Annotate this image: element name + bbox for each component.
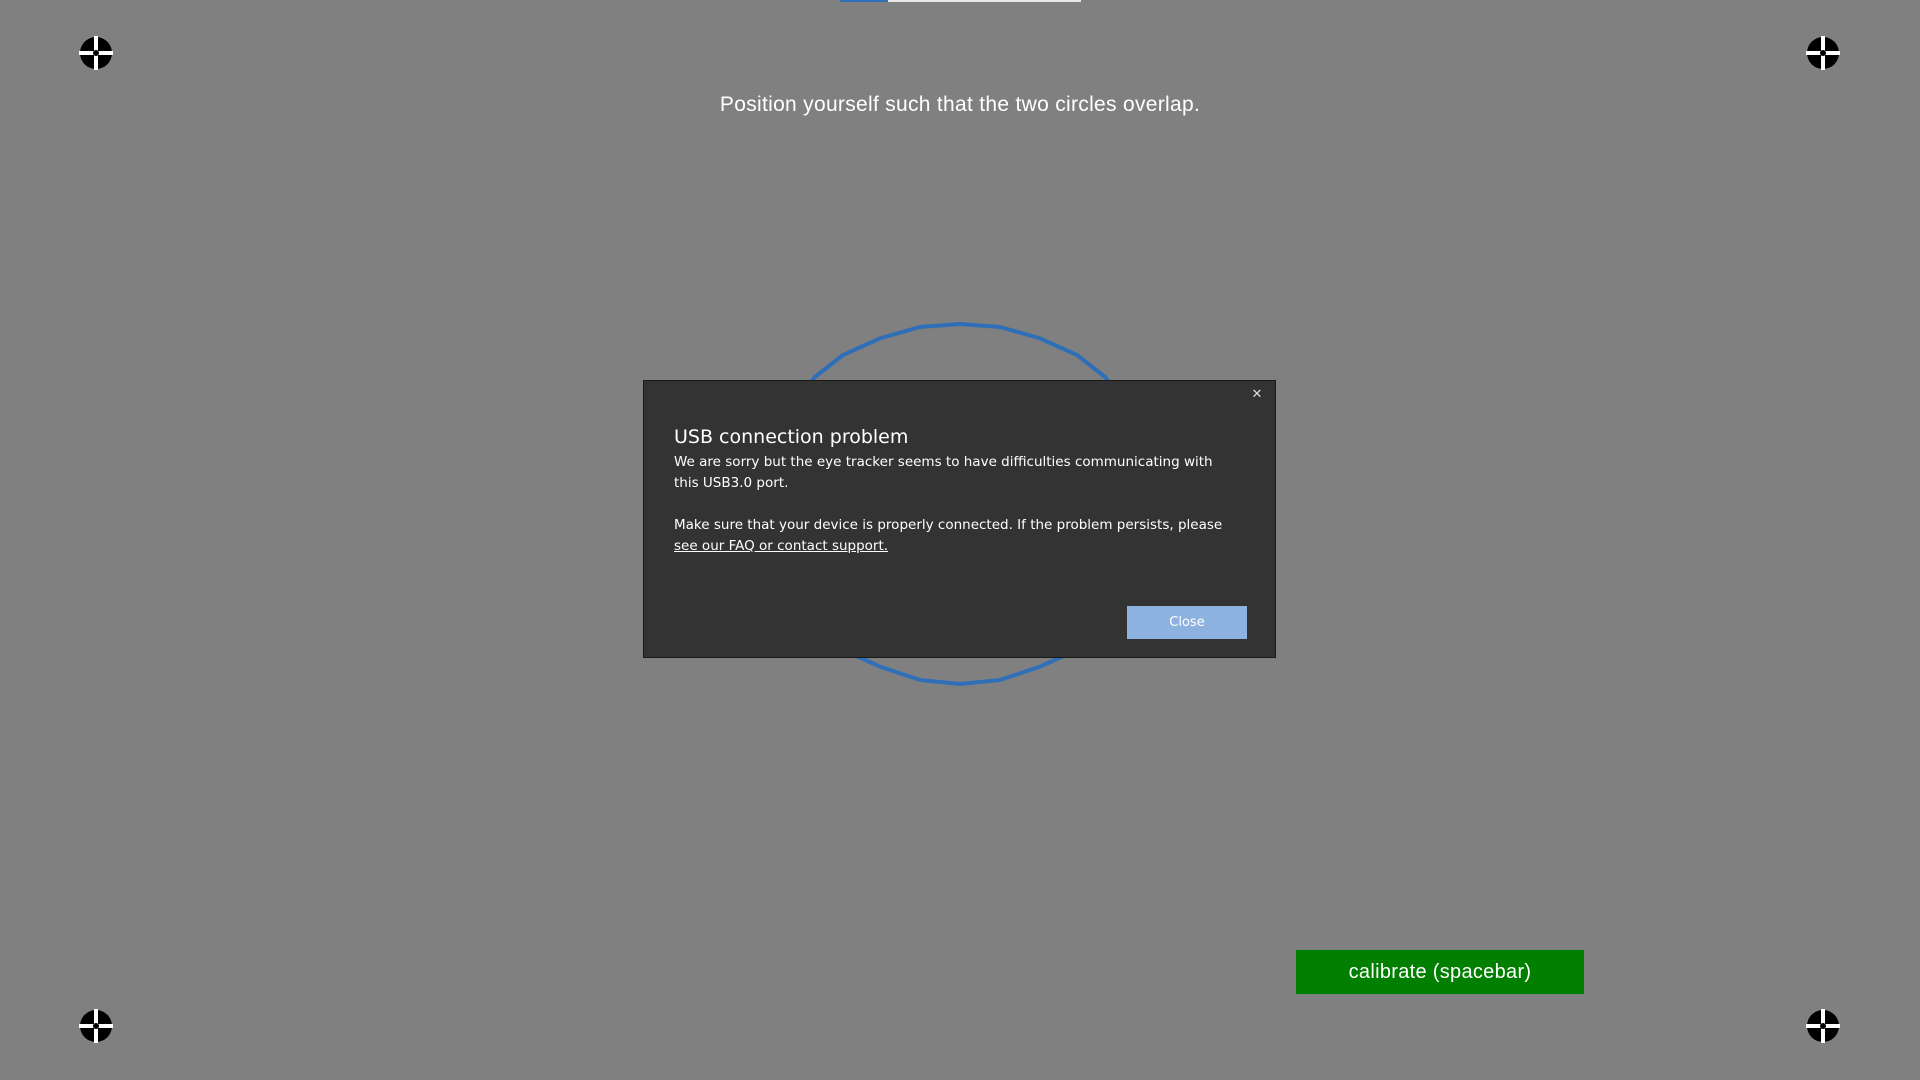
- close-button[interactable]: Close: [1127, 606, 1247, 639]
- progress-bar-track: [888, 0, 1081, 2]
- dialog-title: USB connection problem: [674, 426, 909, 448]
- fixation-target-icon: [79, 36, 113, 70]
- close-icon[interactable]: ✕: [1249, 387, 1265, 403]
- calibration-screen: Position yourself such that the two circ…: [0, 0, 1920, 1080]
- usb-error-dialog: ✕ USB connection problem We are sorry bu…: [643, 380, 1276, 658]
- faq-support-link[interactable]: see our FAQ or contact support.: [674, 538, 888, 554]
- dialog-message-line2: Make sure that your device is properly c…: [674, 515, 1234, 557]
- instruction-text: Position yourself such that the two circ…: [719, 93, 1201, 116]
- dialog-message-line1: We are sorry but the eye tracker seems t…: [674, 454, 1213, 491]
- dialog-message: We are sorry but the eye tracker seems t…: [674, 452, 1234, 557]
- calibrate-button[interactable]: calibrate (spacebar): [1296, 950, 1584, 994]
- fixation-target-icon: [1806, 1009, 1840, 1043]
- fixation-target-icon: [1806, 36, 1840, 70]
- dialog-message-text: Make sure that your device is properly c…: [674, 517, 1223, 533]
- progress-bar-fill: [840, 0, 888, 2]
- fixation-target-icon: [79, 1009, 113, 1043]
